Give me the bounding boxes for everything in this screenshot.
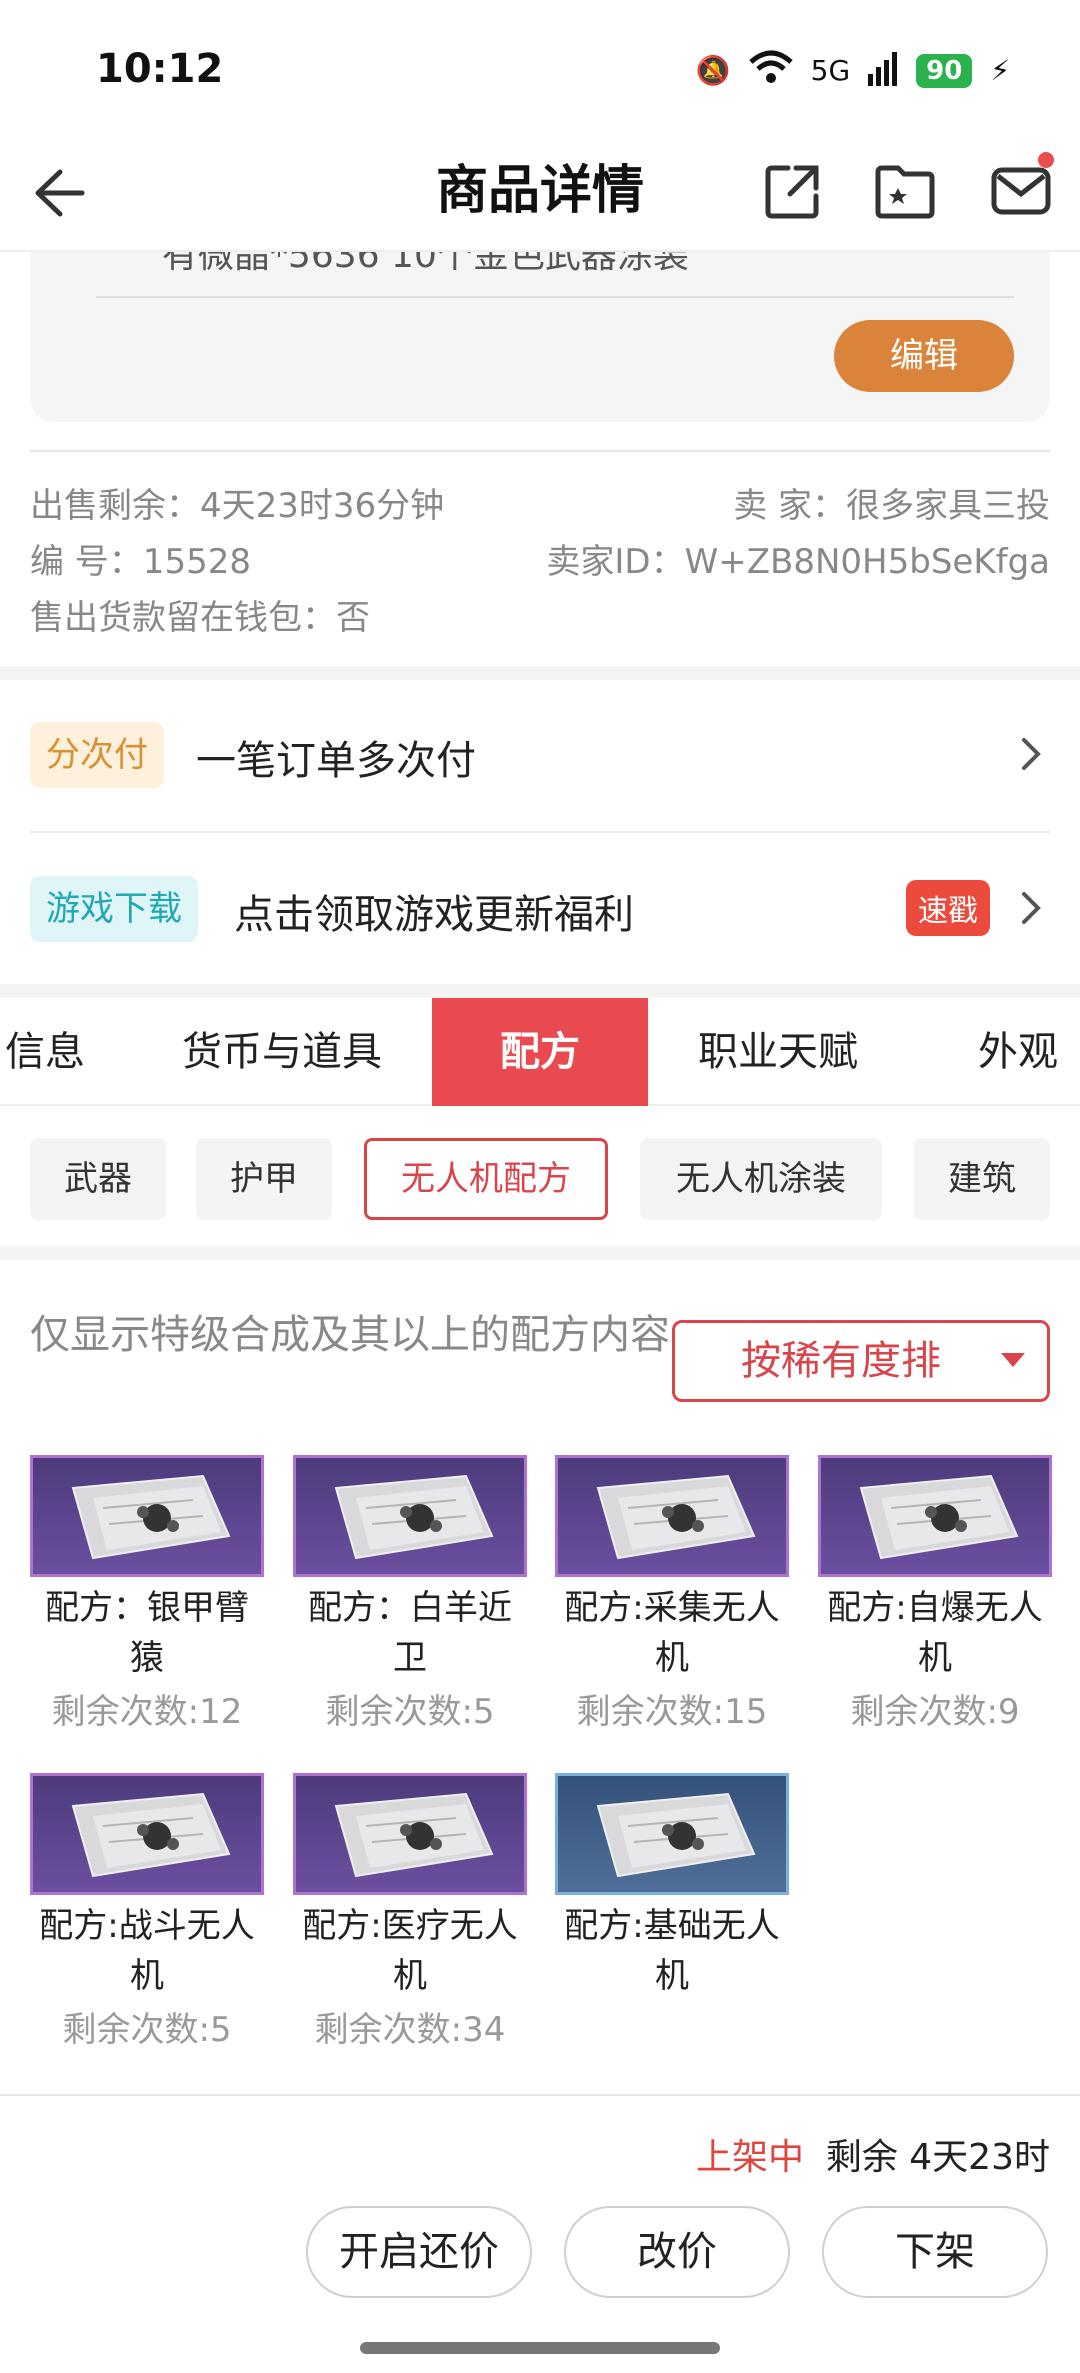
- divider: [0, 2094, 1080, 2096]
- tab-appearance[interactable]: 外观: [956, 998, 1080, 1106]
- chip-drone-skins[interactable]: 无人机涂装: [640, 1138, 882, 1220]
- caret-down-icon: [1001, 1353, 1025, 1367]
- game-download-text: 点击领取游戏更新福利: [234, 892, 634, 938]
- recipe-card[interactable]: 配方:基础无人机: [555, 1773, 789, 2001]
- recipe-remaining-count: 剩余次数:15: [576, 1692, 768, 1732]
- installment-row[interactable]: 分次付 一笔订单多次付: [0, 680, 1080, 830]
- recipe-thumbnail: [30, 1455, 264, 1577]
- installment-tag: 分次付: [30, 722, 164, 788]
- chip-armor[interactable]: 护甲: [196, 1138, 332, 1220]
- recipe-name: 配方:自爆无人机: [827, 1588, 1043, 1678]
- recipe-name: 配方:医疗无人机: [302, 1906, 518, 1996]
- edit-button[interactable]: 编辑: [834, 320, 1014, 392]
- sort-dropdown[interactable]: 按稀有度排: [672, 1320, 1050, 1402]
- section-gap: [0, 984, 1080, 998]
- signal-icon: [868, 51, 898, 90]
- share-icon[interactable]: [760, 158, 826, 224]
- recipe-card[interactable]: 配方：白羊近卫剩余次数:5: [293, 1455, 527, 1737]
- sort-label: 按稀有度排: [741, 1338, 941, 1384]
- recipe-remaining-count: 剩余次数:5: [325, 1692, 495, 1732]
- status-icons: 🔕 5G 90 ⚡: [696, 50, 1010, 91]
- remark-text: 有微晶*5636 10个金色武器涂装: [162, 252, 689, 276]
- recipe-thumbnail: [293, 1455, 527, 1577]
- recipe-remaining-count: 剩余次数:12: [51, 1692, 243, 1732]
- recipe-thumbnail: [818, 1455, 1052, 1577]
- recipe-thumbnail: [555, 1773, 789, 1895]
- recipe-card[interactable]: 配方:战斗无人机剩余次数:5: [30, 1773, 264, 2055]
- recipes-note: 仅显示特级合成及其以上的配方内容: [30, 1312, 670, 1358]
- serial-text: 编 号：15528: [30, 542, 251, 582]
- divider: [30, 450, 1050, 452]
- section-gap: [0, 1246, 1080, 1260]
- recipe-card[interactable]: 配方:采集无人机剩余次数:15: [555, 1455, 789, 1737]
- change-price-button[interactable]: 改价: [564, 2206, 790, 2298]
- tab-info[interactable]: 信息: [0, 998, 90, 1106]
- recipe-thumbnail: [30, 1773, 264, 1895]
- recipe-card[interactable]: 配方:自爆无人机剩余次数:9: [818, 1455, 1052, 1737]
- recipe-thumbnail: [555, 1455, 789, 1577]
- keep-wallet-text: 售出货款留在钱包：否: [30, 598, 370, 638]
- recipe-name: 配方:战斗无人机: [39, 1906, 255, 1996]
- hot-badge: 速戳: [906, 880, 990, 936]
- enable-bargain-button[interactable]: 开启还价: [306, 2206, 532, 2298]
- game-download-row[interactable]: 游戏下载 点击领取游戏更新福利 速戳: [0, 834, 1080, 984]
- time-left-text: 出售剩余：4天23时36分钟: [30, 486, 445, 526]
- charging-icon: ⚡: [990, 54, 1010, 87]
- battery-indicator: 90: [916, 53, 973, 88]
- recipe-name: 配方：白羊近卫: [308, 1588, 512, 1678]
- favorites-folder-icon[interactable]: [872, 158, 938, 224]
- chevron-right-icon: [1022, 738, 1041, 770]
- chevron-right-icon: [1022, 892, 1041, 924]
- divider: [96, 296, 1014, 298]
- listing-remaining: 剩余 4天23时: [825, 2137, 1050, 2178]
- network-label: 5G: [810, 54, 851, 87]
- recipe-card[interactable]: 配方：银甲臂猿剩余次数:12: [30, 1455, 264, 1737]
- status-time: 10:12: [96, 46, 224, 92]
- chip-weapons[interactable]: 武器: [30, 1138, 166, 1220]
- recipe-name: 配方:采集无人机: [564, 1588, 780, 1678]
- app-header: 商品详情: [0, 140, 1080, 252]
- recipe-remaining-count: 剩余次数:34: [314, 2010, 506, 2050]
- status-bar: 10:12 🔕 5G 90 ⚡: [0, 0, 1080, 140]
- category-tabs: 信息 货币与道具 配方 职业天赋 外观: [0, 998, 1080, 1106]
- recipe-thumbnail: [293, 1773, 527, 1895]
- tab-talents[interactable]: 职业天赋: [680, 998, 876, 1106]
- delist-button[interactable]: 下架: [822, 2206, 1048, 2298]
- recipe-name: 配方:基础无人机: [564, 1906, 780, 1996]
- listing-status: 上架中: [696, 2137, 805, 2178]
- recipe-remaining-count: 剩余次数:5: [62, 2010, 232, 2050]
- recipe-card[interactable]: 配方:医疗无人机剩余次数:34: [293, 1773, 527, 2055]
- remark-card: 有微晶*5636 10个金色武器涂装 编辑: [30, 252, 1050, 422]
- wifi-icon: [748, 50, 793, 91]
- recipe-filter-chips: 武器 护甲 无人机配方 无人机涂装 建筑: [0, 1106, 1080, 1246]
- seller-id-text: 卖家ID：W+ZB8N0H5bSeKfga: [546, 542, 1050, 582]
- recipe-name: 配方：银甲臂猿: [45, 1588, 249, 1678]
- recipe-remaining-count: 剩余次数:9: [850, 1692, 1020, 1732]
- seller-text: 卖 家：很多家具三投: [733, 486, 1050, 526]
- notification-dot: [1038, 152, 1054, 168]
- chip-buildings[interactable]: 建筑: [914, 1138, 1050, 1220]
- mute-icon: 🔕: [695, 54, 731, 87]
- home-indicator[interactable]: [360, 2342, 720, 2354]
- section-gap: [0, 666, 1080, 680]
- chip-drone-recipes[interactable]: 无人机配方: [364, 1138, 608, 1220]
- tab-currency-items[interactable]: 货币与道具: [164, 998, 400, 1106]
- game-download-tag: 游戏下载: [30, 876, 198, 942]
- installment-text: 一笔订单多次付: [196, 738, 476, 784]
- divider: [30, 831, 1050, 833]
- tab-recipes[interactable]: 配方: [432, 998, 648, 1106]
